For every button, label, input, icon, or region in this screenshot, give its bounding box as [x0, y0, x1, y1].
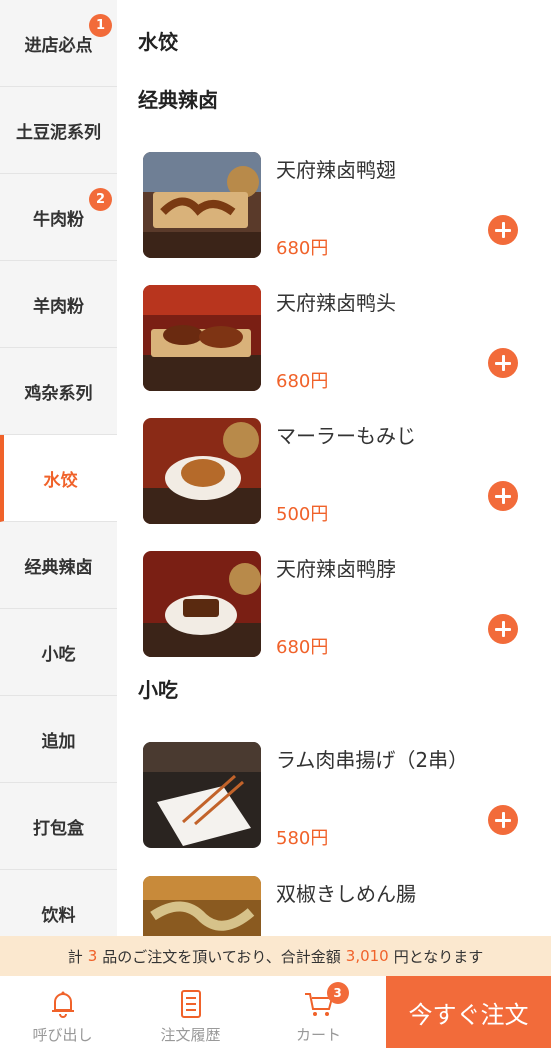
add-to-cart-plus-icon[interactable]	[488, 481, 518, 511]
product-name: マーラーもみじ	[276, 424, 416, 448]
product-card[interactable]: 双椒きしめん腸	[143, 876, 543, 936]
sidebar-item-jindianbidian[interactable]: 进店必点 1	[0, 0, 117, 87]
sidebar-item-label: 羊肉粉	[33, 296, 84, 317]
sidebar-item-yangroufen[interactable]: 羊肉粉	[0, 261, 117, 348]
product-name: ラム肉串揚げ（2串）	[276, 748, 469, 772]
summary-suffix: 円となります	[393, 947, 484, 966]
sidebar-item-niuroufen[interactable]: 牛肉粉 2	[0, 174, 117, 261]
cart-count-badge: 3	[326, 982, 349, 1004]
add-to-cart-plus-icon[interactable]	[488, 805, 518, 835]
cart-icon: 3	[303, 982, 349, 1020]
product-image	[143, 551, 261, 657]
sidebar-item-label: 水饺	[43, 470, 78, 491]
product-price: 680円	[276, 238, 329, 259]
call-staff-button[interactable]: 呼び出し	[0, 976, 125, 1048]
sidebar-item-yinliao[interactable]: 饮料	[0, 870, 117, 936]
sidebar-item-label: 追加	[41, 731, 76, 752]
sidebar-badge: 1	[89, 14, 112, 37]
product-card[interactable]: 天府辣卤鸭翅 680円	[143, 152, 543, 260]
receipt-icon	[175, 988, 207, 1020]
product-price: 580円	[276, 828, 329, 849]
summary-item-count: 3	[87, 947, 98, 965]
product-name: 天府辣卤鸭头	[276, 291, 396, 315]
order-history-button[interactable]: 注文履歴	[128, 976, 253, 1048]
category-sidebar: 进店必点 1 土豆泥系列 牛肉粉 2 羊肉粉 鸡杂系列 水饺 经典辣卤 小吃 追…	[0, 0, 117, 936]
order-summary-bar: 計 3 品のご注文を頂いており、合計金額 3,010 円となります	[0, 936, 551, 976]
sidebar-item-label: 进店必点	[24, 35, 93, 56]
sidebar-item-jiza[interactable]: 鸡杂系列	[0, 348, 117, 435]
sidebar-item-dabaohe[interactable]: 打包盒	[0, 783, 117, 870]
order-now-button[interactable]: 今すぐ注文	[386, 976, 551, 1048]
sidebar-item-label: 打包盒	[33, 818, 84, 839]
sidebar-item-label: 饮料	[41, 905, 76, 926]
section-title: 水饺	[138, 30, 178, 54]
product-image	[143, 742, 261, 848]
product-card[interactable]: 天府辣卤鸭头 680円	[143, 285, 543, 393]
call-label: 呼び出し	[32, 1026, 93, 1044]
product-image	[143, 152, 261, 258]
add-to-cart-plus-icon[interactable]	[488, 348, 518, 378]
product-name: 双椒きしめん腸	[276, 882, 416, 906]
sidebar-item-label: 小吃	[41, 644, 76, 665]
add-to-cart-plus-icon[interactable]	[488, 215, 518, 245]
product-card[interactable]: 天府辣卤鸭脖 680円	[143, 551, 543, 659]
product-image	[143, 285, 261, 391]
product-image	[143, 876, 261, 936]
bottom-nav: 呼び出し 注文履歴 3 カート 今すぐ注文	[0, 976, 551, 1048]
sidebar-item-shuijiao[interactable]: 水饺	[0, 435, 117, 522]
section-title: 小吃	[138, 678, 178, 702]
bell-icon	[47, 988, 79, 1020]
sidebar-item-zhuijia[interactable]: 追加	[0, 696, 117, 783]
section-title: 经典辣卤	[138, 88, 218, 112]
product-card[interactable]: マーラーもみじ 500円	[143, 418, 543, 526]
product-price: 680円	[276, 637, 329, 658]
cart-label: カート	[295, 1026, 341, 1044]
product-card[interactable]: ラム肉串揚げ（2串） 580円	[143, 742, 543, 850]
history-label: 注文履歴	[160, 1026, 221, 1044]
sidebar-item-label: 鸡杂系列	[24, 383, 93, 404]
sidebar-badge: 2	[89, 188, 112, 211]
product-name: 天府辣卤鸭脖	[276, 557, 396, 581]
product-image	[143, 418, 261, 524]
menu-list[interactable]: 水饺 经典辣卤 天府辣卤鸭翅 680円 天府辣卤鸭头 680円 マーラーもみじ …	[117, 0, 551, 936]
sidebar-item-label: 土豆泥系列	[16, 122, 101, 143]
add-to-cart-plus-icon[interactable]	[488, 614, 518, 644]
product-price: 680円	[276, 371, 329, 392]
product-price: 500円	[276, 504, 329, 525]
product-name: 天府辣卤鸭翅	[276, 158, 396, 182]
sidebar-item-label: 经典辣卤	[24, 557, 93, 578]
summary-prefix: 計	[67, 947, 83, 966]
sidebar-item-xiaochi[interactable]: 小吃	[0, 609, 117, 696]
sidebar-item-lalu[interactable]: 经典辣卤	[0, 522, 117, 609]
summary-total: 3,010	[345, 947, 389, 965]
sidebar-item-label: 牛肉粉	[33, 209, 84, 230]
cart-button[interactable]: 3 カート	[256, 976, 381, 1048]
summary-middle: 品のご注文を頂いており、合計金額	[102, 947, 341, 966]
sidebar-item-tudouni[interactable]: 土豆泥系列	[0, 87, 117, 174]
